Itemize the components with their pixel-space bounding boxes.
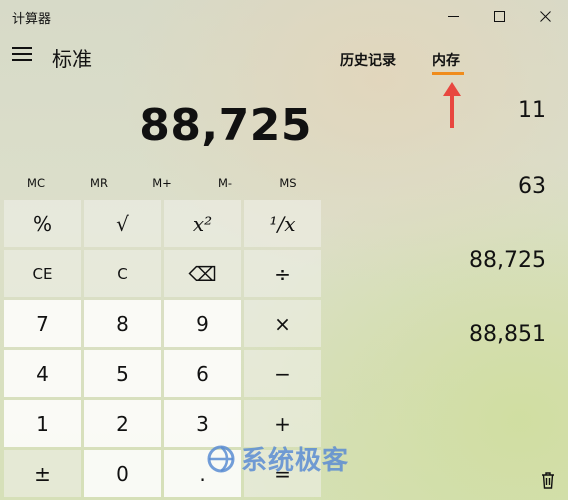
tab-memory[interactable]: 内存: [432, 50, 460, 70]
trash-icon[interactable]: [538, 470, 558, 490]
multiply-button[interactable]: ×: [244, 300, 321, 347]
digit-2-button[interactable]: 2: [84, 400, 161, 447]
digit-8-button[interactable]: 8: [84, 300, 161, 347]
digit-0-button[interactable]: 0: [84, 450, 161, 497]
backspace-icon: ⌫: [188, 261, 217, 286]
memory-item[interactable]: 88,725: [469, 248, 546, 273]
digit-4-button[interactable]: 4: [4, 350, 81, 397]
memory-item[interactable]: 88,851: [469, 322, 546, 347]
tab-history[interactable]: 历史记录: [340, 50, 396, 70]
memory-item[interactable]: 63: [518, 174, 546, 199]
minimize-icon: [447, 15, 459, 17]
divide-button[interactable]: ÷: [244, 250, 321, 297]
watermark-text: 系统极客: [241, 446, 350, 476]
memory-item[interactable]: 11: [518, 98, 546, 123]
watermark-globe-icon: [207, 445, 235, 472]
minimize-button[interactable]: [430, 0, 476, 32]
memory-button-row: MC MR M+ M- MS: [0, 176, 320, 192]
digit-6-button[interactable]: 6: [164, 350, 241, 397]
square-button[interactable]: x²: [164, 200, 241, 247]
title-bar: 计算器: [0, 0, 568, 32]
digit-7-button[interactable]: 7: [4, 300, 81, 347]
m-plus-button[interactable]: M+: [134, 176, 190, 190]
clear-entry-button[interactable]: CE: [4, 250, 81, 297]
red-arrow-annotation-icon: [443, 82, 461, 128]
mc-button[interactable]: MC: [8, 176, 64, 190]
digit-1-button[interactable]: 1: [4, 400, 81, 447]
mr-button[interactable]: MR: [71, 176, 127, 190]
maximize-icon: [493, 10, 505, 22]
watermark-logo: 系统极客: [205, 440, 349, 477]
square-root-button[interactable]: √: [84, 200, 161, 247]
result-display: 88,725: [139, 100, 312, 151]
hamburger-menu-icon[interactable]: [12, 47, 32, 63]
digit-5-button[interactable]: 5: [84, 350, 161, 397]
percent-button[interactable]: %: [4, 200, 81, 247]
m-minus-button[interactable]: M-: [197, 176, 253, 190]
mode-title: 标准: [52, 47, 92, 71]
active-tab-indicator: [432, 72, 464, 75]
clear-button[interactable]: C: [84, 250, 161, 297]
backspace-button[interactable]: ⌫: [164, 250, 241, 297]
negate-button[interactable]: ±: [4, 450, 81, 497]
close-button[interactable]: [522, 0, 568, 32]
ms-button[interactable]: MS: [260, 176, 316, 190]
digit-9-button[interactable]: 9: [164, 300, 241, 347]
subtract-button[interactable]: −: [244, 350, 321, 397]
maximize-button[interactable]: [476, 0, 522, 32]
window-title: 计算器: [12, 12, 52, 27]
reciprocal-button[interactable]: ¹∕x: [244, 200, 321, 247]
close-icon: [539, 10, 551, 22]
